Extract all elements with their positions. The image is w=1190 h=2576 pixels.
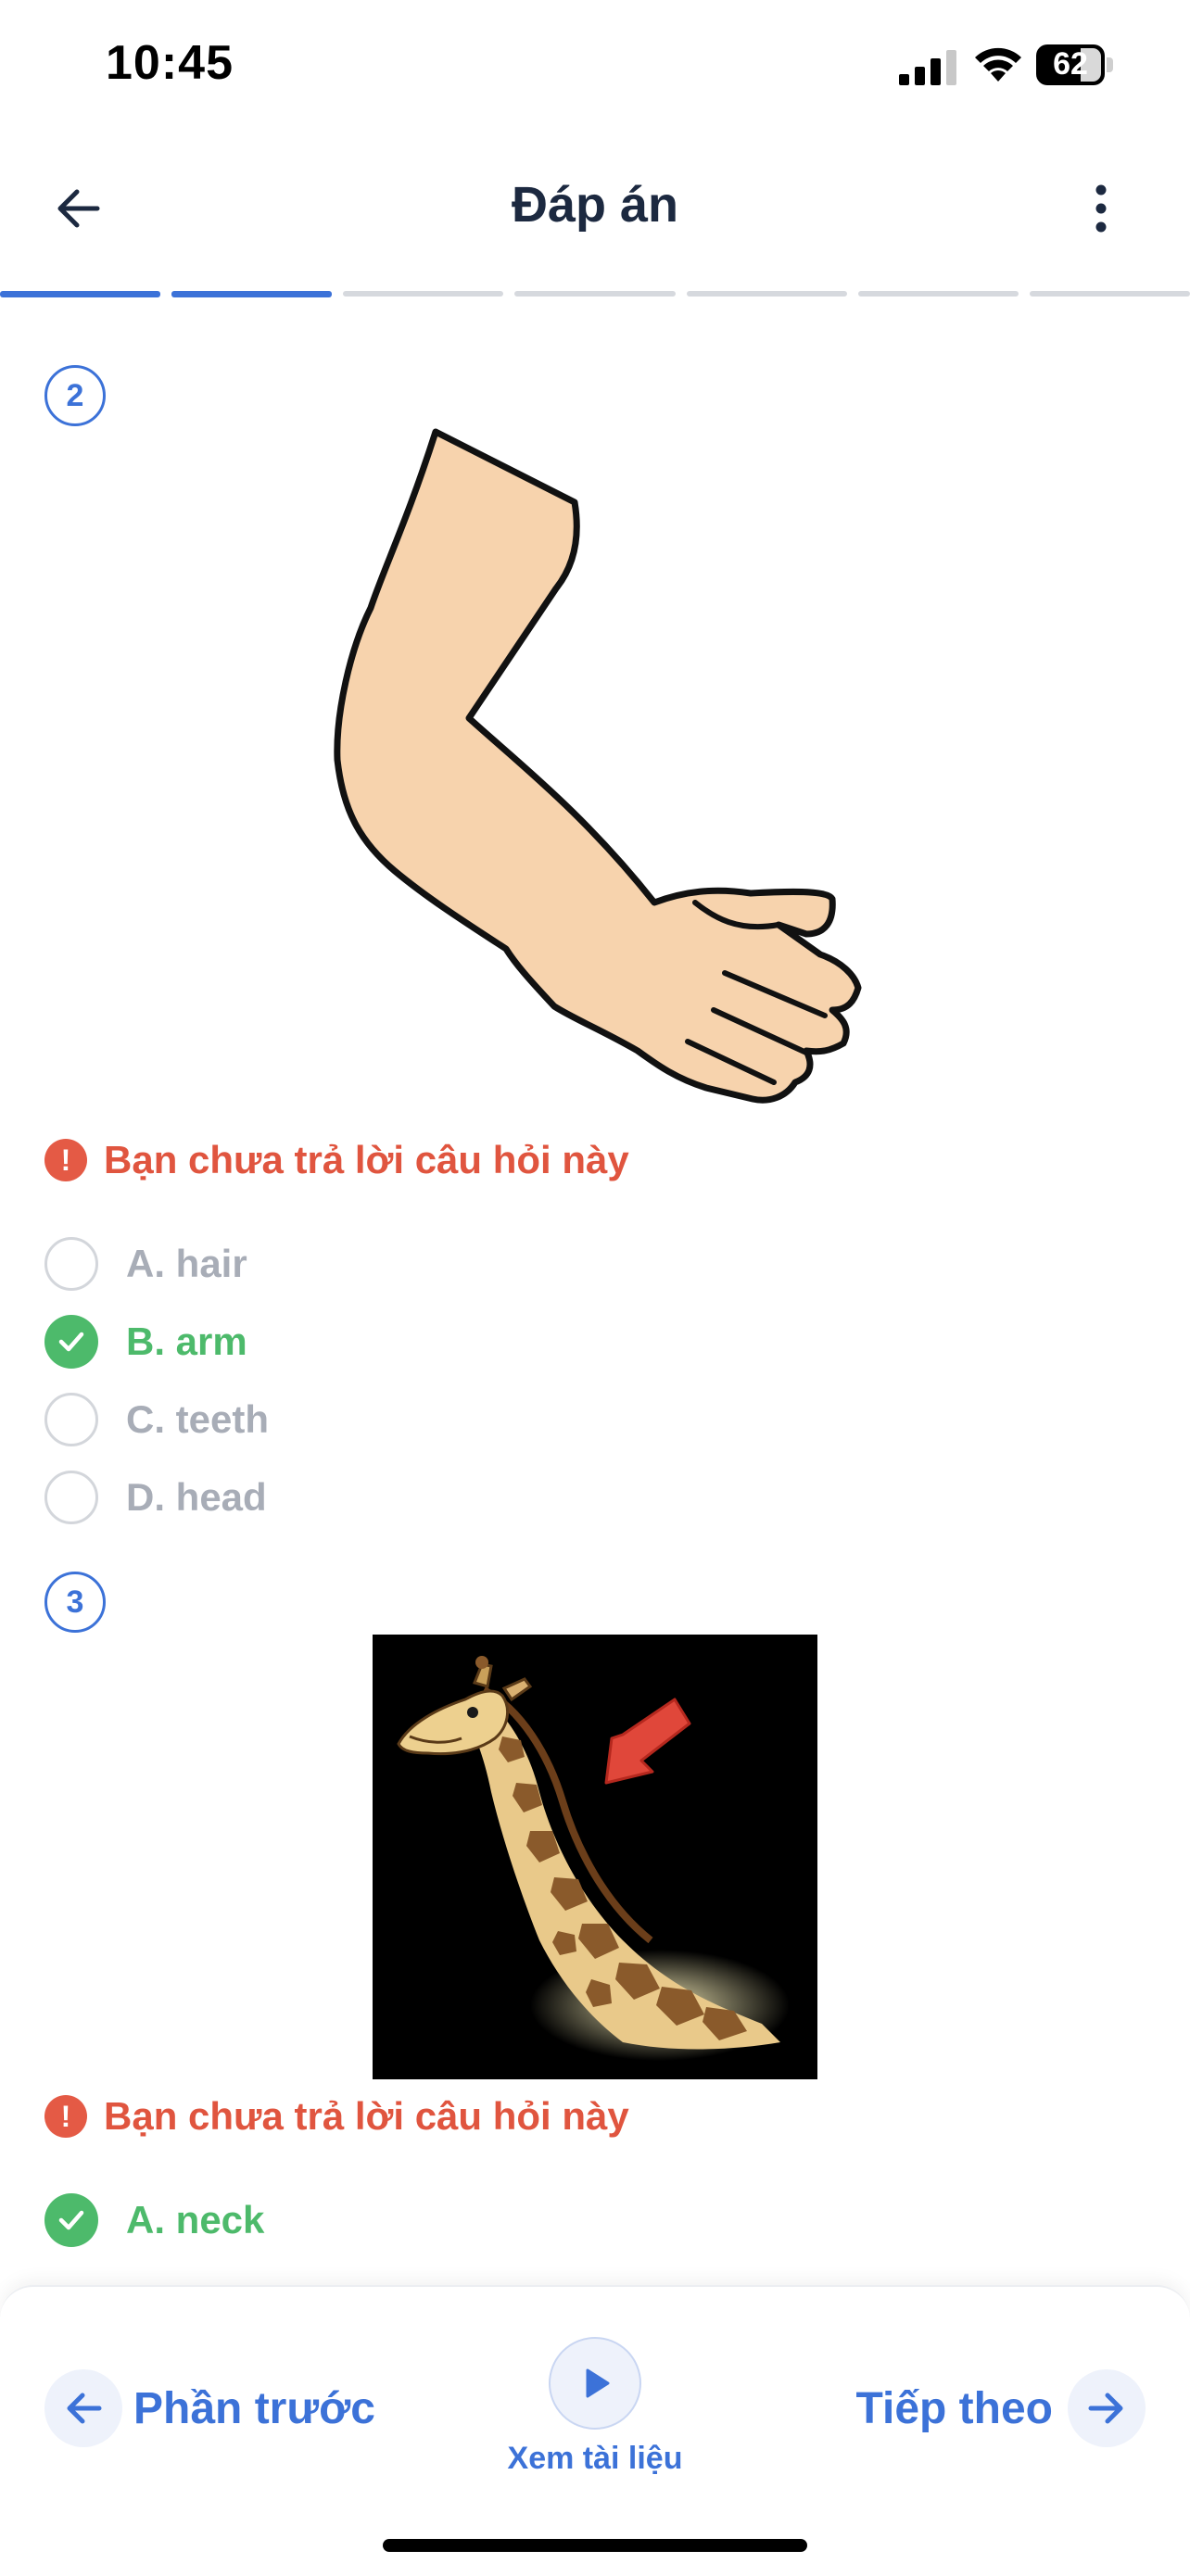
option-label: C. teeth <box>126 1397 270 1441</box>
answer-option[interactable]: C. teeth <box>44 1390 269 1449</box>
question-number-badge: 3 <box>44 1572 106 1633</box>
wifi-icon <box>975 47 1021 82</box>
arrow-left-icon <box>57 189 100 228</box>
arm-illustration <box>334 428 862 1104</box>
unanswered-warning: ! Bạn chưa trả lời câu hỏi này <box>44 1132 629 1188</box>
giraffe-neck-illustration <box>373 1635 817 2079</box>
arrow-left-icon <box>44 2369 122 2447</box>
previous-section-button[interactable]: Phần trước <box>44 2367 375 2450</box>
play-icon <box>549 2337 641 2430</box>
progress-segment[interactable] <box>0 291 161 297</box>
question-progress-bar <box>0 291 1190 298</box>
radio-icon <box>44 1237 98 1291</box>
bottom-navigation-bar: Phần trước Xem tài liệu Tiếp theo <box>0 2285 1190 2576</box>
option-label: B. arm <box>126 1320 247 1363</box>
progress-segment[interactable] <box>686 291 847 297</box>
option-label: A. hair <box>126 1242 247 1285</box>
more-vertical-icon <box>1095 184 1107 233</box>
radio-icon <box>44 1393 98 1446</box>
next-label: Tiếp theo <box>855 2383 1053 2433</box>
radio-icon <box>44 1471 98 1524</box>
progress-segment[interactable] <box>514 291 676 297</box>
answer-option-correct[interactable]: B. arm <box>44 1312 247 1371</box>
option-label: D. head <box>126 1475 267 1519</box>
check-circle-icon <box>44 1315 98 1369</box>
progress-segment[interactable] <box>343 291 504 297</box>
view-document-button[interactable]: Xem tài liệu <box>493 2337 697 2477</box>
alert-icon: ! <box>44 1139 87 1181</box>
more-options-button[interactable] <box>1075 176 1127 241</box>
arrow-right-icon <box>1068 2369 1146 2447</box>
battery-level: 62 <box>1053 46 1088 82</box>
page-title: Đáp án <box>511 177 679 233</box>
back-button[interactable] <box>46 176 111 241</box>
alert-icon: ! <box>44 2095 87 2138</box>
header: Đáp án <box>0 139 1190 278</box>
next-button[interactable]: Tiếp theo <box>856 2367 1146 2450</box>
warning-text: Bạn chưa trả lời câu hỏi này <box>104 1138 629 1181</box>
status-time: 10:45 <box>106 36 234 90</box>
unanswered-warning: ! Bạn chưa trả lời câu hỏi này <box>44 2089 629 2144</box>
battery-icon: 62 <box>1036 44 1114 85</box>
answer-option-correct[interactable]: A. neck <box>44 2191 264 2250</box>
answer-option[interactable]: D. head <box>44 1468 267 1527</box>
progress-segment[interactable] <box>857 291 1019 297</box>
progress-segment[interactable] <box>1029 291 1190 297</box>
check-circle-icon <box>44 2193 98 2247</box>
home-indicator[interactable] <box>383 2539 807 2552</box>
cellular-signal-icon <box>899 50 956 85</box>
status-bar: 10:45 62 <box>0 0 1190 139</box>
option-label: A. neck <box>126 2198 265 2241</box>
answer-option[interactable]: A. hair <box>44 1234 247 1294</box>
previous-section-label: Phần trước <box>133 2383 375 2433</box>
progress-segment[interactable] <box>171 291 333 297</box>
view-document-label: Xem tài liệu <box>507 2441 683 2476</box>
warning-text: Bạn chưa trả lời câu hỏi này <box>104 2094 629 2138</box>
question-number-badge: 2 <box>44 365 106 426</box>
